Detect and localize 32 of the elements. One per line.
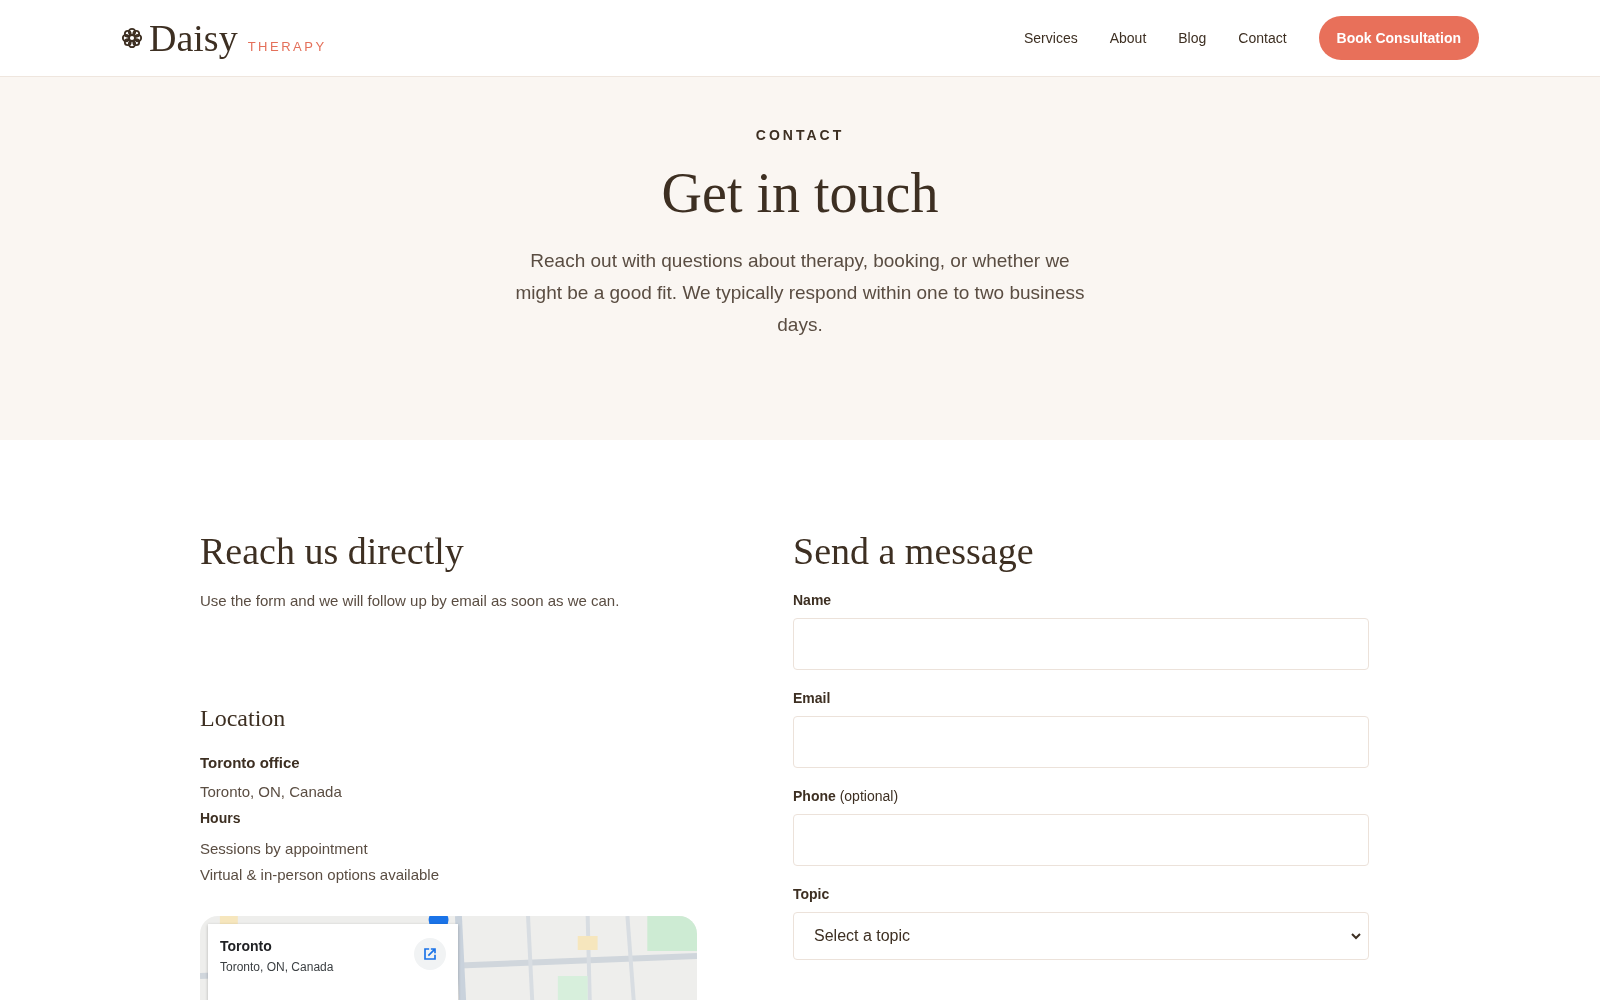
nav-link[interactable]: About (1109, 30, 1147, 46)
intro-paragraph: Reach out with questions about therapy, booking, or whether we might be a good fit. We typically respond within one to two business days. (514, 249, 1086, 337)
input-field[interactable] (793, 716, 1369, 768)
open-in-maps-button[interactable] (414, 938, 446, 970)
input-field[interactable] (793, 814, 1369, 866)
section-heading: Reach us directly (200, 529, 465, 574)
chevron-down-icon (1350, 930, 1362, 942)
flower-icon (121, 27, 143, 49)
office-label: Toronto office (200, 754, 301, 771)
eyebrow-label: CONTACT (755, 127, 845, 143)
page-title: Get in touch (661, 161, 939, 225)
place-address: Toronto, ON, Canada (220, 960, 334, 974)
field-label: Phone (optional) (793, 788, 900, 804)
location-heading: Location (200, 705, 287, 732)
logo-tagline: THERAPY (247, 39, 327, 54)
hours-text: Sessions by appointment (200, 839, 369, 859)
nav-link[interactable]: Services (1024, 30, 1078, 46)
field-label: Name (793, 592, 833, 608)
form-heading: Send a message (793, 529, 1035, 574)
nav-link[interactable]: Contact (1238, 30, 1287, 46)
section-text: Use the form and we will follow up by email as soon as we can. (200, 592, 621, 609)
office-address: Toronto, ON, Canada (200, 783, 343, 800)
field-label: Topic (793, 886, 831, 902)
place-title: Toronto (220, 938, 273, 954)
nav-link[interactable]: Blog (1178, 30, 1207, 46)
hours-label: Hours (200, 810, 242, 826)
logo-name[interactable]: Daisy (149, 16, 238, 60)
topic-dropdown[interactable]: Select a topic (793, 912, 1369, 960)
field-label: Email (793, 690, 832, 706)
input-field[interactable] (793, 618, 1369, 670)
map-embed[interactable]: Toronto Toronto, ON, Canada (200, 916, 697, 1000)
hours-text: Virtual & in-person options available (200, 865, 441, 885)
